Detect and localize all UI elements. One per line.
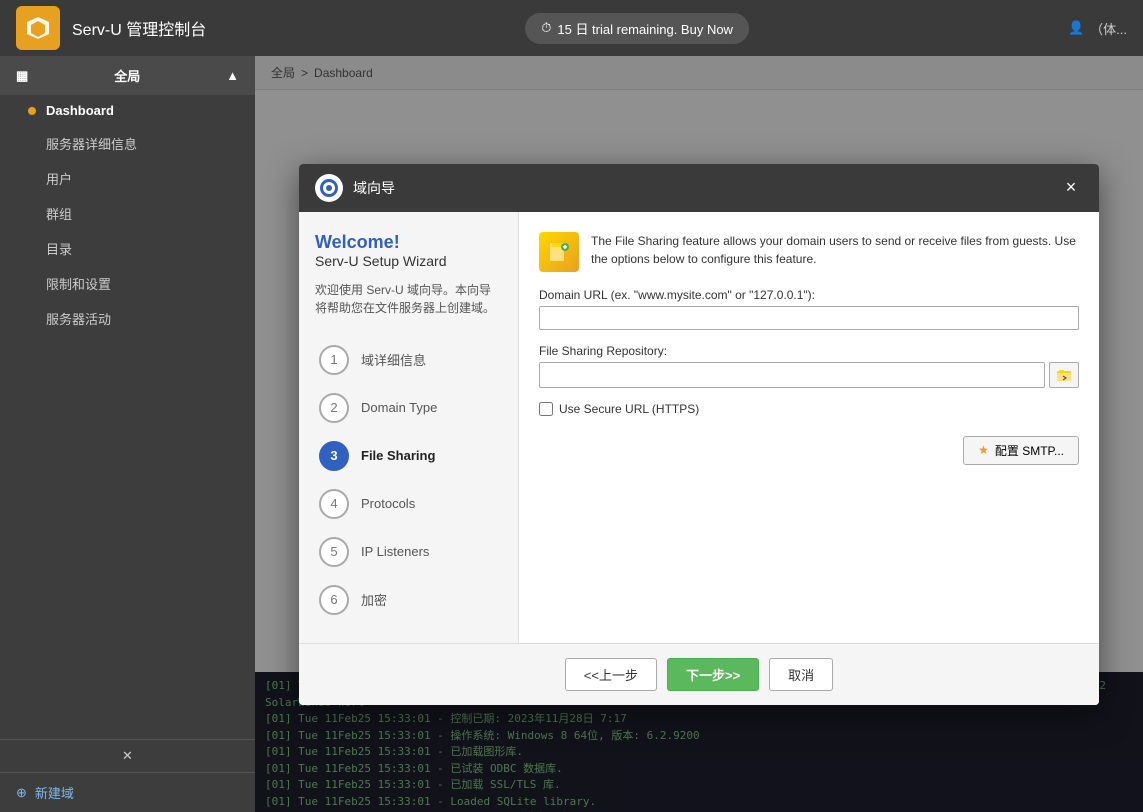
wizard-step-5[interactable]: 5 IP Listeners — [315, 529, 502, 575]
use-https-checkbox[interactable] — [539, 402, 553, 416]
new-domain-label: 新建域 — [35, 783, 74, 802]
repo-group: File Sharing Repository: — [539, 344, 1079, 388]
step-circle-6: 6 — [319, 585, 349, 615]
domain-url-input[interactable] — [539, 306, 1079, 330]
plus-icon: ⊕ — [16, 785, 27, 801]
step-circle-1: 1 — [319, 345, 349, 375]
star-icon: ★ — [978, 443, 989, 457]
topbar: Serv-U 管理控制台 ⏱ 15 日 trial remaining. Buy… — [0, 0, 1143, 56]
sidebar-item-directory[interactable]: 目录 — [0, 231, 255, 266]
repo-input-row — [539, 362, 1079, 388]
app-logo — [16, 6, 60, 50]
sidebar-item-label: 目录 — [46, 239, 72, 258]
sidebar-item-limits[interactable]: 限制和设置 — [0, 266, 255, 301]
sidebar-section-icon: ▦ — [16, 68, 28, 84]
sidebar-item-label: 限制和设置 — [46, 274, 111, 293]
step-label-6: 加密 — [361, 590, 387, 609]
sidebar-section-header[interactable]: ▦ 全局 ▲ — [0, 56, 255, 95]
sidebar-item-activity[interactable]: 服务器活动 — [0, 301, 255, 336]
user-icon: 👤 — [1068, 20, 1084, 36]
user-menu[interactable]: 👤 （体... — [1068, 19, 1127, 38]
prev-button[interactable]: <<上一步 — [565, 658, 657, 691]
trial-banner[interactable]: ⏱ 15 日 trial remaining. Buy Now — [525, 13, 749, 44]
wizard-step-4[interactable]: 4 Protocols — [315, 481, 502, 527]
file-share-intro-text: The File Sharing feature allows your dom… — [591, 232, 1079, 268]
next-button[interactable]: 下一步>> — [667, 658, 759, 691]
sidebar-item-groups[interactable]: 群组 — [0, 196, 255, 231]
sidebar-item-label: 用户 — [46, 169, 72, 188]
smtp-btn-label: 配置 SMTP... — [995, 442, 1064, 459]
step-circle-5: 5 — [319, 537, 349, 567]
repo-label: File Sharing Repository: — [539, 344, 1079, 358]
step-circle-4: 4 — [319, 489, 349, 519]
smtp-row: ★ 配置 SMTP... — [539, 436, 1079, 465]
sidebar-section-label: 全局 — [114, 66, 140, 85]
modal-header-left: 域向导 — [315, 174, 395, 202]
modal-title: 域向导 — [353, 178, 395, 198]
wizard-steps: 1 域详细信息 2 Domain Type 3 File Sharing — [315, 337, 502, 623]
sidebar: ▦ 全局 ▲ Dashboard 服务器详细信息 用户 群组 — [0, 56, 255, 812]
step-label-2: Domain Type — [361, 400, 437, 415]
step-circle-2: 2 — [319, 393, 349, 423]
sidebar-item-dashboard[interactable]: Dashboard — [0, 95, 255, 126]
step-label-3: File Sharing — [361, 448, 435, 463]
modal-close-button[interactable]: × — [1059, 176, 1083, 200]
https-checkbox-row: Use Secure URL (HTTPS) — [539, 402, 1079, 416]
modal-logo — [315, 174, 343, 202]
sidebar-item-users[interactable]: 用户 — [0, 161, 255, 196]
sidebar-item-label: 服务器活动 — [46, 309, 111, 328]
modal-overlay: 域向导 × Welcome! Serv-U Setup Wizard 欢迎使用 … — [255, 56, 1143, 812]
wizard-step-3[interactable]: 3 File Sharing — [315, 433, 502, 479]
domain-url-group: Domain URL (ex. "www.mysite.com" or "127… — [539, 288, 1079, 330]
welcome-text: 欢迎使用 Serv-U 域向导。本向导将帮助您在文件服务器上创建域。 — [315, 281, 502, 317]
modal-right-panel: The File Sharing feature allows your dom… — [519, 212, 1099, 643]
welcome-subtitle: Serv-U Setup Wizard — [315, 253, 502, 269]
new-domain-button[interactable]: ⊕ 新建域 — [0, 772, 255, 812]
use-https-label: Use Secure URL (HTTPS) — [559, 402, 699, 416]
wizard-step-1[interactable]: 1 域详细信息 — [315, 337, 502, 383]
repo-input[interactable] — [539, 362, 1045, 388]
wizard-step-6[interactable]: 6 加密 — [315, 577, 502, 623]
trial-text: 15 日 trial remaining. Buy Now — [557, 19, 733, 38]
sidebar-item-label: 服务器详细信息 — [46, 134, 137, 153]
user-label: （体... — [1090, 19, 1127, 38]
domain-url-label: Domain URL (ex. "www.mysite.com" or "127… — [539, 288, 1079, 302]
browse-button[interactable] — [1049, 362, 1079, 388]
welcome-title: Welcome! — [315, 232, 502, 253]
wizard-modal: 域向导 × Welcome! Serv-U Setup Wizard 欢迎使用 … — [299, 164, 1099, 705]
active-dot — [28, 107, 36, 115]
sidebar-collapse-arrow[interactable]: ▲ — [226, 68, 239, 83]
sidebar-item-label: 群组 — [46, 204, 72, 223]
step-label-4: Protocols — [361, 496, 415, 511]
modal-left-panel: Welcome! Serv-U Setup Wizard 欢迎使用 Serv-U… — [299, 212, 519, 643]
file-share-icon — [539, 232, 579, 272]
sidebar-item-label: Dashboard — [46, 103, 114, 118]
sidebar-item-server-details[interactable]: 服务器详细信息 — [0, 126, 255, 161]
configure-smtp-button[interactable]: ★ 配置 SMTP... — [963, 436, 1079, 465]
sidebar-section-collapse[interactable]: ✕ — [0, 739, 255, 772]
step-circle-3: 3 — [319, 441, 349, 471]
modal-header: 域向导 × — [299, 164, 1099, 212]
modal-body: Welcome! Serv-U Setup Wizard 欢迎使用 Serv-U… — [299, 212, 1099, 643]
step-label-1: 域详细信息 — [361, 350, 426, 369]
wizard-step-2[interactable]: 2 Domain Type — [315, 385, 502, 431]
step-label-5: IP Listeners — [361, 544, 429, 559]
app-title: Serv-U 管理控制台 — [72, 16, 206, 40]
cancel-button[interactable]: 取消 — [769, 658, 833, 691]
file-share-intro: The File Sharing feature allows your dom… — [539, 232, 1079, 272]
main-content-area: 全局 > Dashboard [01] Tue 11Feb25 15:33:01… — [255, 56, 1143, 812]
modal-footer: <<上一步 下一步>> 取消 — [299, 643, 1099, 705]
clock-icon: ⏱ — [541, 20, 551, 36]
collapse-arrow-icon: ✕ — [122, 748, 133, 764]
sidebar-nav: Dashboard 服务器详细信息 用户 群组 目录 限制和设置 — [0, 95, 255, 739]
